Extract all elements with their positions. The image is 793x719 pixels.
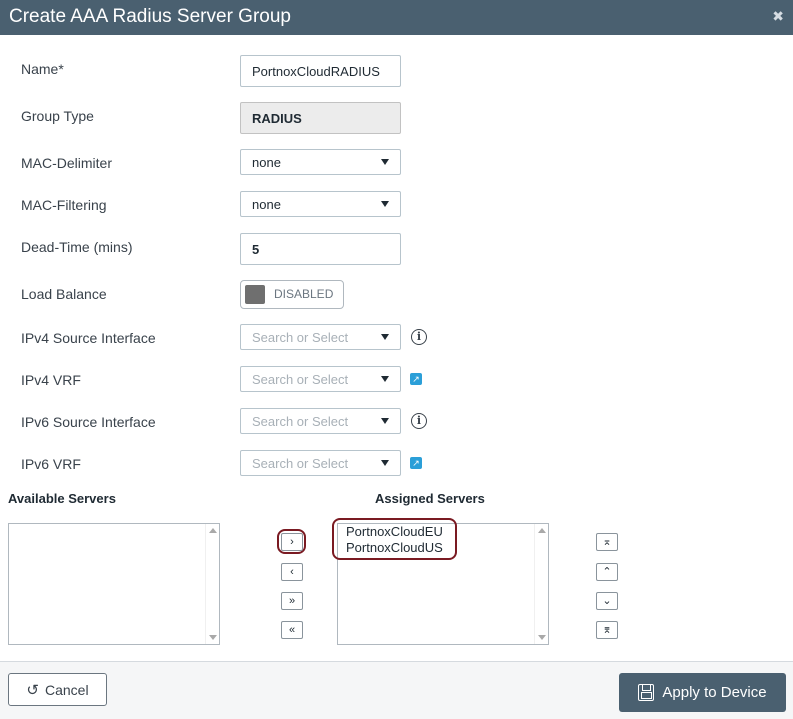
ipv4-vrf-select[interactable]: Search or Select	[240, 366, 401, 392]
ipv4-vrf-label: IPv4 VRF	[21, 372, 81, 388]
move-top-button[interactable]: ⌅	[596, 533, 618, 551]
load-balance-state: DISABLED	[274, 287, 334, 301]
ipv6-vrf-label: IPv6 VRF	[21, 456, 81, 472]
dead-time-input[interactable]: 5	[240, 233, 401, 265]
move-left-button[interactable]: ‹	[281, 563, 303, 581]
ipv6-vrf-placeholder: Search or Select	[252, 455, 349, 471]
move-right-button[interactable]: ›	[281, 533, 303, 551]
ipv6-vrf-select[interactable]: Search or Select	[240, 450, 401, 476]
mac-filtering-select[interactable]: none	[240, 191, 401, 217]
cancel-button[interactable]: ↺ Cancel	[8, 673, 107, 706]
name-input[interactable]: PortnoxCloudRADIUS	[240, 55, 401, 87]
cancel-label: Cancel	[44, 681, 89, 698]
name-label: Name*	[21, 61, 64, 77]
scrollbar[interactable]	[205, 524, 219, 644]
chevron-down-icon	[381, 159, 389, 165]
toggle-knob	[245, 285, 265, 304]
apply-label: Apply to Device	[662, 684, 767, 701]
info-icon[interactable]: i	[411, 329, 427, 345]
ipv4-vrf-placeholder: Search or Select	[252, 371, 349, 387]
highlight-assigned	[332, 518, 457, 560]
chevron-down-icon	[381, 376, 389, 382]
ipv6-source-placeholder: Search or Select	[252, 413, 349, 429]
mac-filtering-value: none	[252, 196, 281, 212]
group-type-field: RADIUS	[240, 102, 401, 134]
assigned-servers-heading: Assigned Servers	[375, 491, 485, 506]
ipv4-source-placeholder: Search or Select	[252, 329, 349, 345]
mac-delimiter-value: none	[252, 154, 281, 170]
load-balance-label: Load Balance	[21, 286, 107, 302]
ipv6-source-label: IPv6 Source Interface	[21, 414, 156, 430]
save-icon	[638, 684, 655, 701]
move-down-button[interactable]: ⌄	[596, 592, 618, 610]
info-icon[interactable]: i	[411, 413, 427, 429]
dialog-titlebar: Create AAA Radius Server Group ✖	[0, 0, 793, 35]
load-balance-toggle[interactable]: DISABLED	[240, 280, 344, 309]
move-bottom-button[interactable]: ⌆	[596, 621, 618, 639]
chevron-down-icon	[381, 201, 389, 207]
ipv4-source-label: IPv4 Source Interface	[21, 330, 156, 346]
available-servers-list[interactable]	[8, 523, 220, 645]
undo-icon: ↺	[26, 681, 39, 699]
chevron-down-icon	[381, 334, 389, 340]
mac-filtering-label: MAC-Filtering	[21, 197, 107, 213]
scrollbar[interactable]	[534, 524, 548, 644]
ipv6-source-select[interactable]: Search or Select	[240, 408, 401, 434]
mac-delimiter-label: MAC-Delimiter	[21, 155, 112, 171]
move-all-right-button[interactable]: »	[281, 592, 303, 610]
ipv4-source-select[interactable]: Search or Select	[240, 324, 401, 350]
group-type-label: Group Type	[21, 108, 94, 124]
move-all-left-button[interactable]: «	[281, 621, 303, 639]
available-servers-heading: Available Servers	[8, 491, 116, 506]
move-up-button[interactable]: ⌃	[596, 563, 618, 581]
close-icon[interactable]: ✖	[772, 8, 784, 25]
dialog-title: Create AAA Radius Server Group	[9, 6, 291, 27]
scroll-up-icon[interactable]	[538, 528, 546, 533]
chevron-down-icon	[381, 418, 389, 424]
mac-delimiter-select[interactable]: none	[240, 149, 401, 175]
scroll-down-icon[interactable]	[538, 635, 546, 640]
scroll-down-icon[interactable]	[209, 635, 217, 640]
apply-to-device-button[interactable]: Apply to Device	[619, 673, 786, 712]
external-link-icon[interactable]: ↗	[410, 373, 422, 385]
chevron-down-icon	[381, 460, 389, 466]
external-link-icon[interactable]: ↗	[410, 457, 422, 469]
scroll-up-icon[interactable]	[209, 528, 217, 533]
dead-time-label: Dead-Time (mins)	[21, 239, 133, 255]
